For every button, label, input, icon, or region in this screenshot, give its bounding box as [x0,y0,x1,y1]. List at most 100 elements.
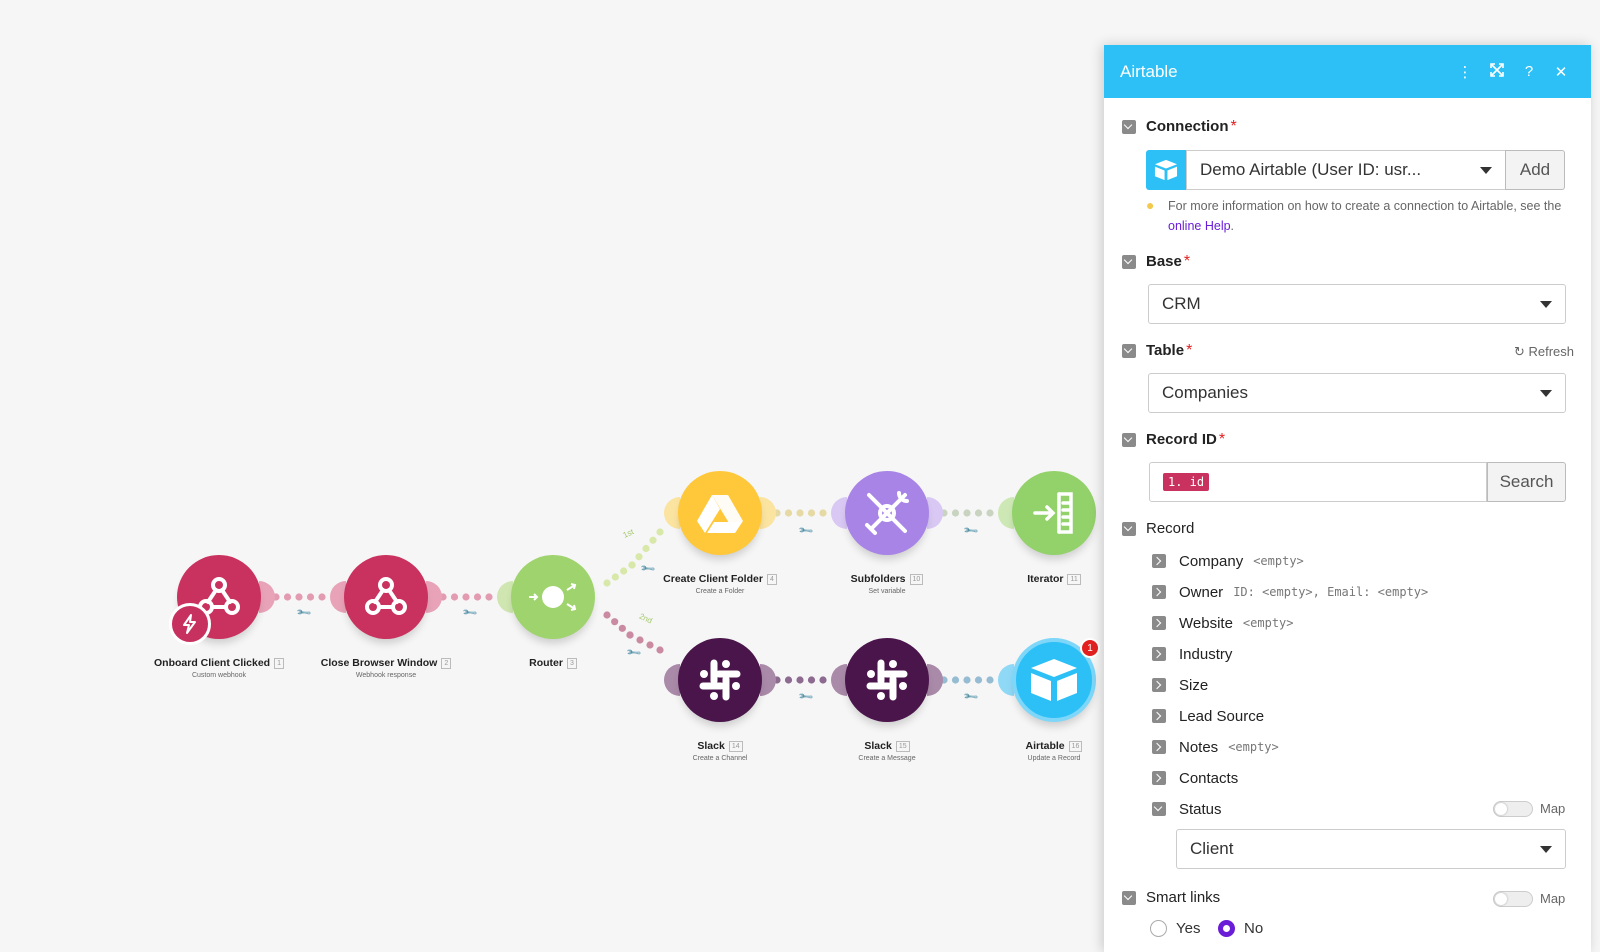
collapse-toggle[interactable] [1122,343,1136,358]
collapse-toggle[interactable] [1122,254,1136,269]
map-label: Map [1540,891,1566,906]
link-dot [611,618,619,626]
refresh-icon: ↻ [1513,344,1525,359]
radio-yes[interactable] [1150,920,1167,937]
module-name: Create Client Folder 4 [630,573,810,585]
webhook-icon[interactable] [344,555,428,639]
link-dot [807,676,816,684]
connection-field: Connection * [1122,118,1574,136]
record-field-owner: Owner ID: <empty>, Email: <empty> [1152,582,1574,602]
more-icon[interactable]: ⋮ [1449,63,1481,81]
record-id-input[interactable]: 1. id [1149,462,1487,502]
iterator-icon[interactable] [1012,471,1096,555]
status-value: Client [1190,839,1234,858]
panel-header: Airtable ⋮ ? ✕ [1104,45,1591,98]
table-field: Table * [1122,342,1574,360]
link-dot [951,509,960,517]
link-dot [306,593,315,601]
expand-toggle[interactable] [1152,616,1166,630]
connection-label: Connection [1146,118,1229,136]
link-dot [819,676,827,684]
record-group: Record [1122,520,1574,538]
link-dot [819,509,827,517]
expand-toggle[interactable] [1152,647,1166,661]
slack-icon[interactable] [845,638,929,722]
collapse-toggle[interactable] [1152,802,1166,816]
collapse-toggle[interactable] [1122,521,1136,536]
online-help-link[interactable]: online Help [1168,219,1231,233]
link-dot [656,646,664,654]
router-icon[interactable] [511,555,595,639]
record-id-field: Record ID * [1122,431,1574,449]
module-name: Slack 15 [797,740,977,752]
record-field-contacts: Contacts [1152,768,1574,788]
module-name: Slack 14 [630,740,810,752]
lightbulb-icon: ● [1146,197,1155,213]
record-label: Record [1146,520,1195,538]
smart-links-label: Smart links [1146,889,1221,907]
error-count-badge[interactable]: 1 [1080,638,1100,658]
field-label: Lead Source [1179,707,1265,725]
mapped-value-pill[interactable]: 1. id [1163,473,1210,491]
refresh-button[interactable]: ↻ Refresh [1514,344,1574,360]
field-label: Notes [1179,738,1219,756]
radio-no-label: No [1244,920,1264,937]
radio-no[interactable] [1218,920,1235,937]
slack-icon[interactable] [678,638,762,722]
collapse-toggle[interactable] [1122,119,1136,134]
base-select[interactable]: CRM [1148,284,1566,324]
connection-select[interactable]: Demo Airtable (User ID: usr... [1186,150,1506,190]
expand-toggle[interactable] [1152,585,1166,599]
search-button[interactable]: Search [1487,462,1566,502]
google-drive-icon[interactable] [678,471,762,555]
trigger-bolt-icon [169,603,211,645]
field-label: Website [1179,614,1233,632]
link-dot [642,544,650,553]
expand-toggle[interactable] [1152,771,1166,785]
link-dot [485,593,493,601]
status-select[interactable]: Client [1176,829,1566,869]
required-marker: * [1230,118,1237,135]
panel-title: Airtable [1120,61,1178,81]
field-hint: <empty> [1253,554,1304,568]
hint-text: For more information on how to create a … [1168,199,1562,213]
add-connection-button[interactable]: Add [1505,150,1565,190]
expand-icon[interactable] [1481,62,1513,81]
collapse-toggle[interactable] [1122,890,1136,905]
link-dot [626,631,634,639]
expand-toggle[interactable] [1152,678,1166,692]
close-icon[interactable]: ✕ [1545,63,1577,81]
link-dot [283,593,292,601]
link-dot [611,573,619,581]
status-map-toggle[interactable] [1493,801,1533,817]
refresh-label: Refresh [1528,344,1574,359]
expand-toggle[interactable] [1152,709,1166,723]
link-dot [796,509,804,517]
module-settings-panel: Airtable ⋮ ? ✕ Connection * Demo Airtable… [1104,45,1591,952]
module-name: Subfolders 10 [797,573,977,585]
field-hint: <empty> [1228,740,1279,754]
link-dot [473,593,482,601]
module-name: Close Browser Window 2 [296,657,476,669]
link-dot [628,561,636,569]
table-select[interactable]: Companies [1148,373,1566,413]
collapse-toggle[interactable] [1122,432,1136,447]
smart-links-map-toggle[interactable] [1493,891,1533,907]
required-marker: * [1218,431,1226,448]
map-label: Map [1540,801,1566,816]
module-subtitle: Webhook response [355,672,417,679]
module-subtitle: Create a Folder [695,588,745,595]
link-dot [986,676,994,684]
expand-toggle[interactable] [1152,554,1166,568]
chevron-down-icon [1540,390,1552,397]
link-dot [646,641,654,649]
link-dot [807,509,816,517]
chevron-down-icon [1540,301,1552,308]
field-label: Owner [1179,583,1224,601]
field-hint: ID: <empty>, Email: <empty> [1233,585,1429,599]
link-dot [603,611,611,619]
connection-hint: ● For more information on how to create … [1146,196,1568,236]
tools-icon[interactable] [845,471,929,555]
expand-toggle[interactable] [1152,740,1166,754]
help-icon[interactable]: ? [1513,63,1545,80]
